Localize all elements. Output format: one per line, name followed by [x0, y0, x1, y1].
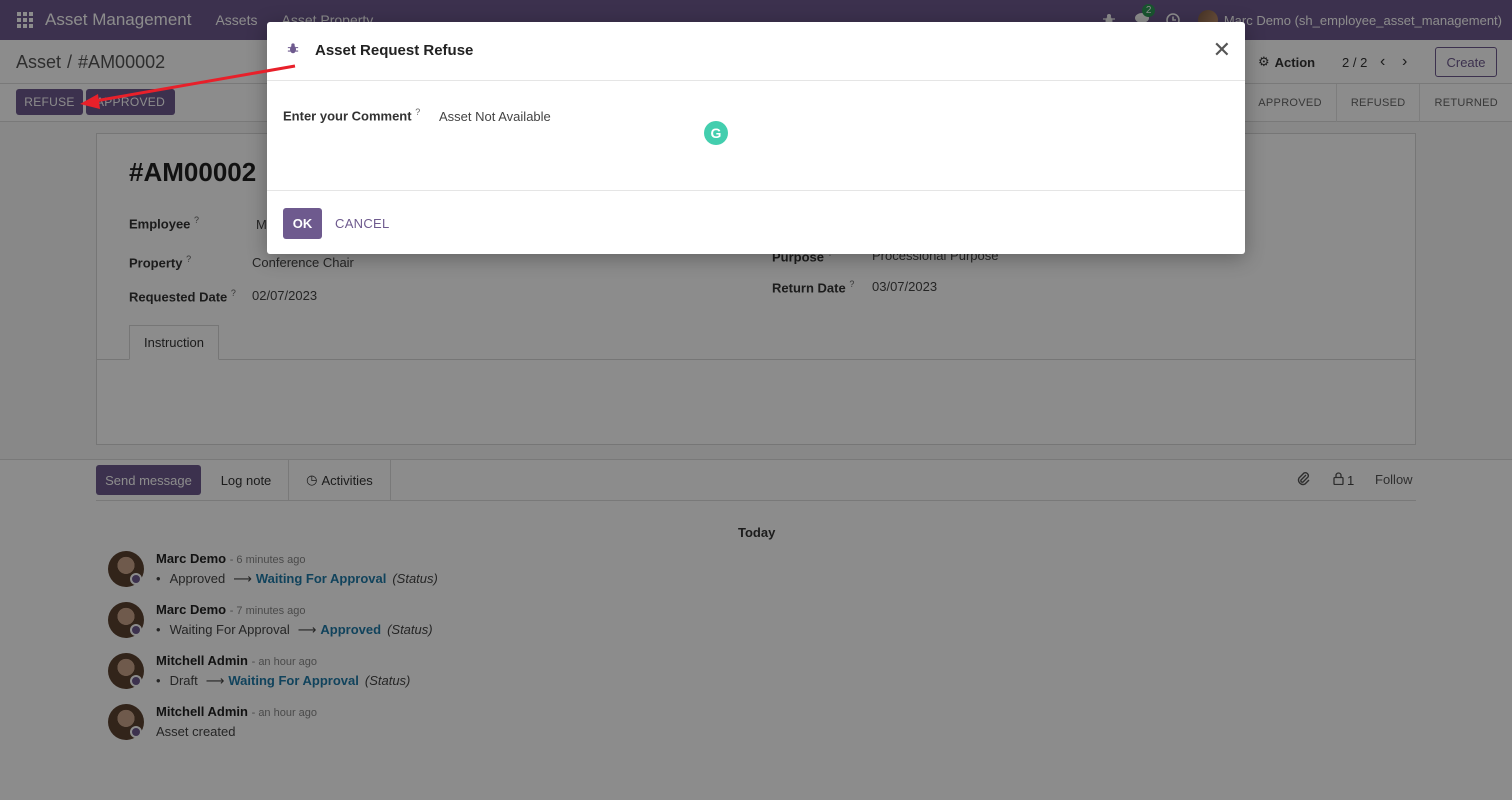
comment-label-text: Enter your Comment: [283, 108, 412, 124]
cancel-button[interactable]: CANCEL: [335, 208, 390, 239]
bug-icon: [287, 42, 299, 58]
dialog-footer: OK CANCEL: [267, 190, 1245, 254]
dialog-body: Enter your Comment ? Asset Not Available: [267, 81, 1245, 191]
refuse-dialog: Asset Request Refuse ✕ Enter your Commen…: [267, 22, 1245, 254]
close-icon[interactable]: ✕: [1213, 38, 1231, 62]
dialog-title: Asset Request Refuse: [315, 42, 474, 59]
ok-button[interactable]: OK: [283, 208, 322, 239]
comment-label: Enter your Comment ?: [283, 107, 420, 123]
dialog-header: Asset Request Refuse ✕: [267, 22, 1245, 81]
comment-field[interactable]: Asset Not Available: [439, 109, 551, 124]
help-mark[interactable]: ?: [415, 107, 420, 117]
grammarly-icon[interactable]: G: [704, 121, 728, 145]
